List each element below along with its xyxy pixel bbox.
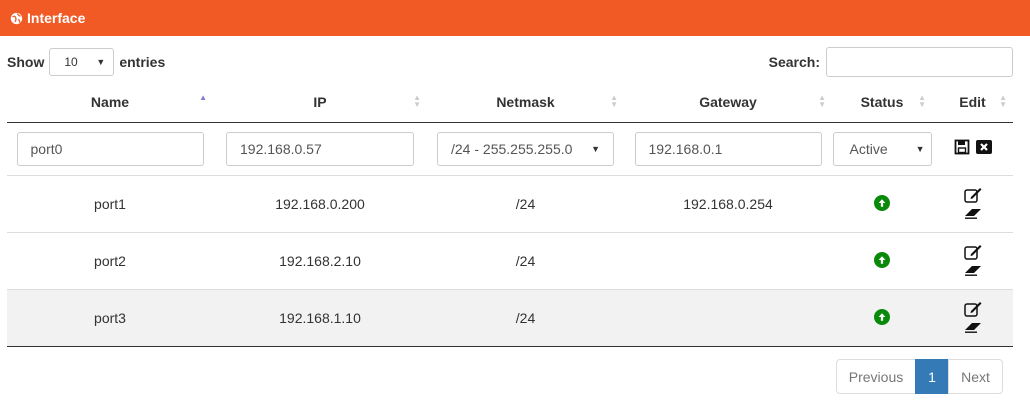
cell-netmask: /24 xyxy=(427,175,624,233)
name-input[interactable]: port0 xyxy=(16,131,204,166)
edit-row-actions xyxy=(954,139,992,155)
next-page-button[interactable]: Next xyxy=(948,359,1003,394)
chevron-down-icon: ▼ xyxy=(96,57,106,67)
close-icon[interactable] xyxy=(975,139,992,155)
status-select-value: Active xyxy=(849,140,888,157)
column-header-name[interactable]: Name ▲ xyxy=(7,82,213,123)
search-area: Search: xyxy=(769,47,1013,77)
column-header-gateway[interactable]: Gateway ▲ ▼ xyxy=(624,82,832,123)
status-up-icon xyxy=(874,195,890,211)
column-header-netmask[interactable]: Netmask ▲ ▼ xyxy=(427,82,624,123)
column-header-ip[interactable]: IP ▲ ▼ xyxy=(213,82,427,123)
column-header-status[interactable]: Status ▲ ▼ xyxy=(832,82,932,123)
netmask-select[interactable]: /24 - 255.255.255.0 ▼ xyxy=(437,131,614,166)
search-label: Search: xyxy=(768,54,820,70)
interface-table: Name ▲ IP ▲ ▼ Netmask ▲ ▼ Gateway ▲ ▼ Statu… xyxy=(7,82,1013,347)
show-label: Show xyxy=(7,54,45,70)
previous-page-button[interactable]: Previous xyxy=(836,359,916,394)
cell-name: port3 xyxy=(7,289,213,347)
sort-both-icon: ▲ ▼ xyxy=(918,93,926,109)
cell-ip: 192.168.2.10 xyxy=(213,232,427,290)
chevron-down-icon: ▼ xyxy=(591,143,600,154)
edit-icon[interactable] xyxy=(963,301,982,317)
gateway-input[interactable]: 192.168.0.1 xyxy=(634,131,822,166)
sort-ascending-icon: ▲ xyxy=(199,93,207,102)
entries-length: Show 10 ▼ entries xyxy=(7,48,165,76)
status-select[interactable]: Active ▼ xyxy=(832,131,932,166)
page-1-button[interactable]: 1 xyxy=(915,359,949,394)
table-toolbar: Show 10 ▼ entries Search: xyxy=(7,46,1013,78)
cell-gateway: 192.168.0.254 xyxy=(624,175,832,233)
status-up-icon xyxy=(874,252,890,268)
save-icon[interactable] xyxy=(954,139,970,155)
sort-both-icon: ▲ ▼ xyxy=(610,93,618,109)
eraser-icon[interactable] xyxy=(964,319,982,335)
row-actions xyxy=(963,244,982,278)
search-input[interactable] xyxy=(826,47,1013,77)
ip-input[interactable]: 192.168.0.57 xyxy=(226,131,414,166)
cell-netmask: /24 xyxy=(427,232,624,290)
eraser-icon[interactable] xyxy=(964,205,982,221)
cell-ip: 192.168.0.200 xyxy=(213,175,427,233)
edit-icon[interactable] xyxy=(963,187,982,203)
cell-netmask: /24 xyxy=(427,289,624,347)
sort-both-icon: ▲ ▼ xyxy=(413,93,421,109)
edit-row: port0 192.168.0.57 /24 - 255.255.255.0 ▼… xyxy=(7,122,1013,176)
panel-header: Interface xyxy=(0,0,1030,36)
panel-title: Interface xyxy=(27,10,86,26)
cell-gateway xyxy=(624,289,832,347)
status-up-icon xyxy=(874,309,890,325)
entries-select[interactable]: 10 ▼ xyxy=(49,48,115,76)
column-header-edit[interactable]: Edit ▲ ▼ xyxy=(932,82,1013,123)
table-row: port2 192.168.2.10 /24 xyxy=(7,232,1013,290)
entries-value: 10 xyxy=(64,55,78,69)
table-row: port1 192.168.0.200 /24 192.168.0.254 xyxy=(7,175,1013,233)
chevron-down-icon: ▼ xyxy=(915,143,925,154)
edit-icon[interactable] xyxy=(963,244,982,260)
row-actions xyxy=(963,301,982,335)
table-header-row: Name ▲ IP ▲ ▼ Netmask ▲ ▼ Gateway ▲ ▼ Statu… xyxy=(7,82,1013,123)
cell-name: port1 xyxy=(7,175,213,233)
cell-name: port2 xyxy=(7,232,213,290)
sort-both-icon: ▲ ▼ xyxy=(999,93,1007,109)
table-row: port3 192.168.1.10 /24 xyxy=(7,289,1013,347)
cell-ip: 192.168.1.10 xyxy=(213,289,427,347)
eraser-icon[interactable] xyxy=(964,262,982,278)
entries-label: entries xyxy=(119,54,166,70)
cell-gateway xyxy=(624,232,832,290)
pagination: Previous 1 Next xyxy=(836,359,1003,394)
netmask-select-value: /24 - 255.255.255.0 xyxy=(451,140,573,157)
globe-icon xyxy=(10,12,23,24)
sort-both-icon: ▲ ▼ xyxy=(818,93,826,109)
row-actions xyxy=(963,187,982,221)
